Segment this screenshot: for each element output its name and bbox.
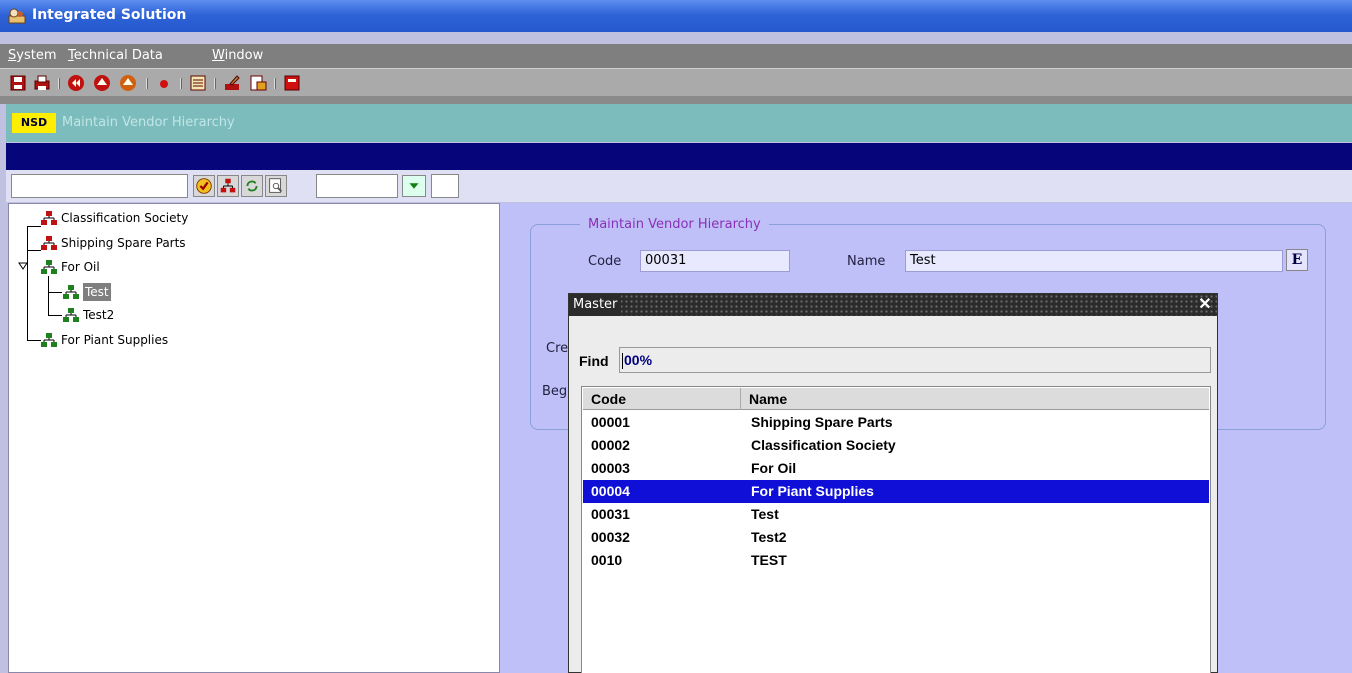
window-title: Integrated Solution	[32, 7, 187, 23]
filter-combo[interactable]	[316, 174, 398, 198]
hierarchy-node-icon	[41, 236, 57, 250]
nsd-logo: NSD	[12, 113, 56, 133]
hierarchy-node-icon	[41, 333, 57, 347]
toolbar	[0, 68, 1352, 96]
begin-label: Beg	[542, 384, 568, 399]
list-row-selected[interactable]: 00004 For Piant Supplies	[583, 480, 1209, 503]
menu-window[interactable]: Window	[212, 48, 263, 63]
dropdown-arrow-icon[interactable]	[402, 175, 426, 197]
collapse-icon[interactable]	[17, 260, 29, 272]
hierarchy-tree: Classification Society Shipping Spare Pa…	[8, 203, 500, 673]
toolbar-separator	[0, 96, 1352, 104]
list-row[interactable]: 00003 For Oil	[583, 457, 1209, 480]
edit-button[interactable]: E	[1286, 249, 1308, 271]
list-header: Code Name	[583, 388, 1209, 410]
menu-technical-data[interactable]: Technical Data	[68, 48, 163, 63]
group-title: Maintain Vendor Hierarchy	[580, 217, 769, 232]
next-record-icon[interactable]	[118, 73, 138, 93]
code-field[interactable]: 00031	[640, 250, 790, 272]
previous-record-icon[interactable]	[92, 73, 112, 93]
record-icon[interactable]	[154, 73, 174, 93]
module-title: Maintain Vendor Hierarchy	[62, 115, 235, 130]
list-icon[interactable]	[188, 73, 208, 93]
check-icon[interactable]	[193, 175, 215, 197]
window-titlebar: Integrated Solution	[0, 0, 1352, 32]
column-header-name[interactable]: Name	[741, 388, 1209, 410]
dialog-titlebar[interactable]: Master ✕	[569, 294, 1217, 316]
close-icon[interactable]: ✕	[1197, 296, 1213, 314]
hierarchy-node-icon	[63, 308, 79, 322]
results-list[interactable]: Code Name 00001 Shipping Spare Parts 0000…	[581, 386, 1211, 673]
list-row[interactable]: 00002 Classification Society	[583, 434, 1209, 457]
master-dialog: Master ✕ Find 00% Code Name 00001 Shippin…	[568, 293, 1218, 673]
menu-bar: System Technical Data Window	[0, 44, 1352, 68]
hierarchy-node-icon	[63, 285, 79, 299]
first-record-icon[interactable]	[66, 73, 86, 93]
preview-icon[interactable]	[265, 175, 287, 197]
module-header: NSD Maintain Vendor Hierarchy	[6, 104, 1352, 142]
exit-icon[interactable]	[282, 73, 302, 93]
export-icon[interactable]	[248, 73, 268, 93]
refresh-icon[interactable]	[241, 175, 263, 197]
find-input[interactable]: 00%	[619, 347, 1211, 373]
find-label: Find	[579, 353, 609, 369]
save-icon[interactable]	[8, 73, 28, 93]
edit-icon[interactable]	[222, 73, 242, 93]
name-label: Name	[847, 254, 886, 269]
tree-search-input[interactable]	[11, 174, 188, 198]
list-row[interactable]: 0010 TEST	[583, 549, 1209, 572]
created-label: Cre	[546, 341, 569, 356]
list-row[interactable]: 00032 Test2	[583, 526, 1209, 549]
tree-controls	[6, 170, 1352, 202]
filter-extra-input[interactable]	[431, 174, 459, 198]
app-icon	[8, 8, 26, 24]
name-field[interactable]: Test	[905, 250, 1283, 272]
print-icon[interactable]	[32, 73, 52, 93]
dialog-title: Master	[569, 294, 622, 316]
hierarchy-node-icon	[41, 211, 57, 225]
column-header-code[interactable]: Code	[583, 388, 741, 410]
code-label: Code	[588, 254, 622, 269]
menu-system[interactable]: System	[8, 48, 57, 63]
status-bar	[6, 143, 1352, 170]
list-row[interactable]: 00001 Shipping Spare Parts	[583, 411, 1209, 434]
hierarchy-icon[interactable]	[217, 175, 239, 197]
list-row[interactable]: 00031 Test	[583, 503, 1209, 526]
hierarchy-node-icon	[41, 260, 57, 274]
